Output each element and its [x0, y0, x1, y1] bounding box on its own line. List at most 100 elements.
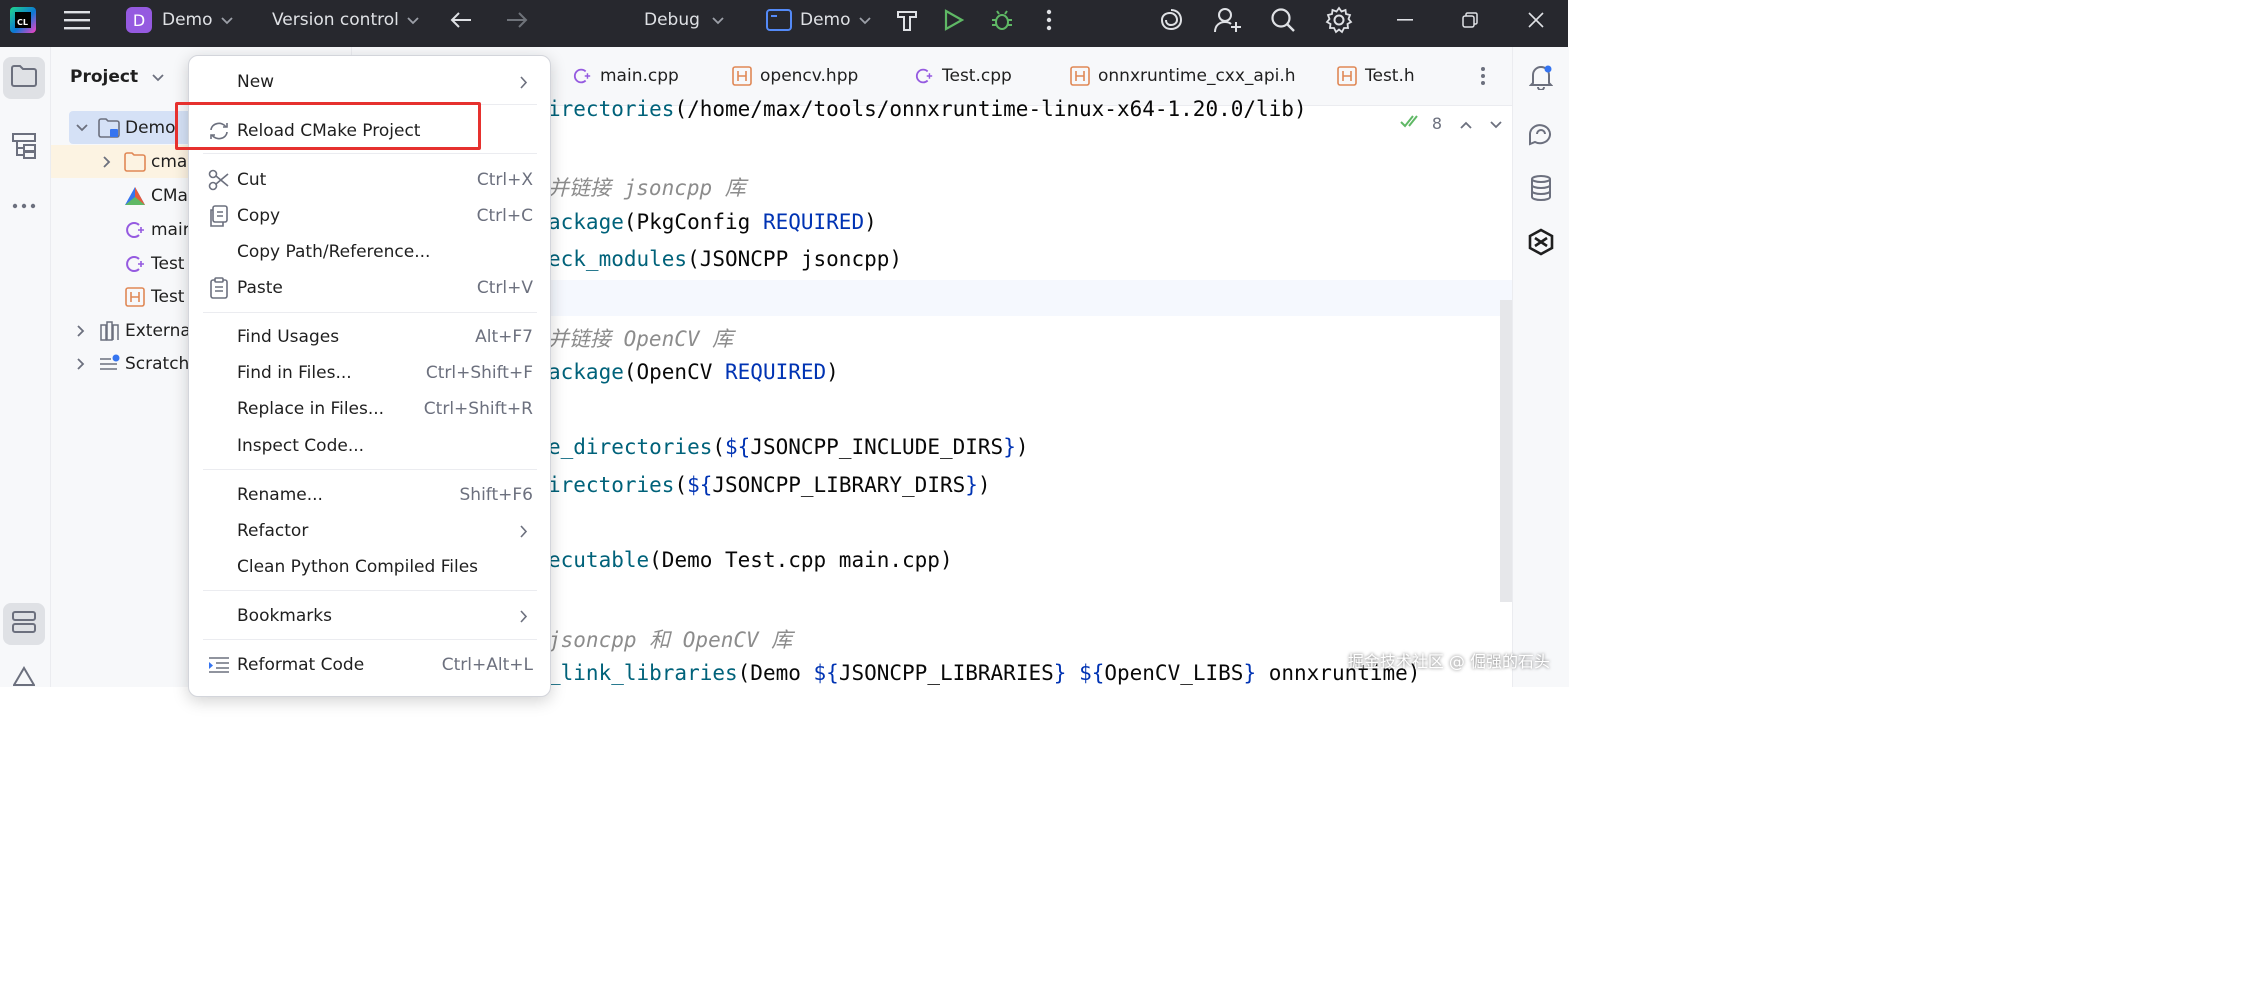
menu-item-reformat-code[interactable]: Reformat Code Ctrl+Alt+L — [189, 648, 550, 682]
project-name: Demo — [162, 10, 213, 30]
project-tool-button[interactable] — [3, 57, 45, 99]
editor-scrollbar[interactable] — [1500, 300, 1512, 602]
notifications-bell-icon[interactable] — [1526, 62, 1556, 92]
problems-tool-button[interactable] — [3, 657, 45, 699]
project-badge[interactable]: D — [126, 7, 152, 33]
menu-item-label: Find Usages — [237, 327, 340, 347]
tab-test-h[interactable]: Test.h — [1337, 47, 1415, 105]
code-token: REQUIRED — [725, 360, 827, 384]
chevron-right-icon[interactable] — [74, 357, 88, 370]
code-token: (Demo — [737, 661, 814, 685]
code-line[interactable]: irectories(/home/max/tools/onnxruntime-l… — [548, 97, 1307, 121]
run-play-icon[interactable] — [944, 0, 964, 40]
code-token: irectories — [548, 473, 675, 497]
restore-window-icon[interactable] — [1462, 0, 1478, 40]
menu-item-label: Find in Files... — [237, 363, 352, 383]
structure-tool-button[interactable] — [3, 127, 45, 169]
plugin-logo-icon[interactable] — [1526, 227, 1556, 257]
clion-logo-icon[interactable]: CL — [10, 7, 36, 33]
add-user-icon[interactable] — [1214, 0, 1242, 40]
version-control-menu[interactable]: Version control — [272, 0, 419, 40]
menu-item-copy[interactable]: Copy Ctrl+C — [189, 199, 550, 233]
code-token: } — [965, 473, 978, 497]
minimize-window-icon[interactable] — [1397, 0, 1413, 40]
menu-item-bookmarks[interactable]: Bookmarks — [189, 599, 550, 633]
structure-icon — [12, 133, 36, 163]
code-token: ackage — [548, 360, 624, 384]
code-line[interactable]: irectories(${JSONCPP_LIBRARY_DIRS}) — [548, 473, 991, 497]
menu-item-inspect-code[interactable]: Inspect Code... — [189, 429, 550, 463]
run-target-selector[interactable]: Demo — [766, 0, 871, 40]
search-icon[interactable] — [1270, 0, 1296, 40]
inspection-widget[interactable]: 8 — [1400, 113, 1502, 133]
code-token: jsoncpp 和 OpenCV 库 — [548, 628, 793, 652]
tree-row-label: Test — [151, 253, 185, 274]
chevron-down-icon[interactable] — [75, 123, 89, 132]
code-line[interactable]: eck_modules(JSONCPP jsoncpp) — [548, 247, 902, 271]
code-line[interactable]: 并链接 jsoncpp 库 — [548, 172, 746, 202]
chevron-down-icon[interactable] — [1490, 114, 1502, 133]
menu-item-new[interactable]: New — [189, 65, 550, 99]
chevron-up-icon[interactable] — [1460, 114, 1472, 133]
menu-item-paste[interactable]: Paste Ctrl+V — [189, 271, 550, 305]
services-tool-button[interactable] — [3, 603, 45, 645]
code-line[interactable]: ackage(PkgConfig REQUIRED) — [548, 210, 877, 234]
settings-gear-icon[interactable] — [1325, 0, 1353, 40]
menu-item-rename[interactable]: Rename... Shift+F6 — [189, 478, 550, 512]
ai-assistant-icon[interactable] — [1158, 0, 1184, 40]
project-switcher[interactable]: Demo — [162, 0, 233, 40]
menu-item-label: Refactor — [237, 521, 309, 541]
run-target-label: Demo — [800, 10, 851, 30]
menu-item-shortcut: Ctrl+Alt+L — [441, 655, 533, 675]
header-file-icon — [1337, 66, 1357, 86]
code-line[interactable]: ecutable(Demo Test.cpp main.cpp) — [548, 548, 953, 572]
ai-chat-icon[interactable] — [1526, 119, 1556, 149]
code-token: } — [1003, 435, 1016, 459]
main-menu-icon[interactable] — [64, 0, 90, 40]
code-line[interactable]: ackage(OpenCV REQUIRED) — [548, 360, 839, 384]
copy-icon — [207, 204, 231, 228]
code-line[interactable]: 并链接 OpenCV 库 — [548, 323, 733, 353]
menu-separator — [203, 590, 537, 591]
vcs-label: Version control — [272, 10, 399, 30]
tree-row-label: cmal — [151, 151, 193, 172]
scissors-icon — [207, 168, 231, 192]
project-panel-title[interactable]: Project — [70, 67, 164, 87]
code-line[interactable]: e_directories(${JSONCPP_INCLUDE_DIRS}) — [548, 435, 1029, 459]
menu-item-label: Copy Path/Reference... — [237, 242, 431, 262]
menu-item-refactor[interactable]: Refactor — [189, 514, 550, 548]
build-hammer-icon[interactable] — [896, 0, 918, 40]
more-tools-button[interactable] — [3, 182, 45, 224]
code-token: irectories — [548, 97, 675, 121]
debug-bug-icon[interactable] — [990, 0, 1014, 40]
code-line[interactable]: jsoncpp 和 OpenCV 库 — [548, 624, 792, 654]
menu-item-replace-in-files[interactable]: Replace in Files... Ctrl+Shift+R — [189, 392, 550, 426]
code-token: ) — [977, 473, 991, 497]
logo-text: CL — [15, 12, 31, 28]
code-token: ${ — [687, 473, 713, 497]
menu-item-clean-python-compiled-files[interactable]: Clean Python Compiled Files — [189, 550, 550, 584]
more-vertical-icon[interactable] — [1046, 0, 1052, 40]
tabs-more-icon[interactable] — [1480, 47, 1486, 105]
chevron-right-icon[interactable] — [100, 155, 114, 168]
menu-item-cut[interactable]: Cut Ctrl+X — [189, 163, 550, 197]
code-token: ackage — [548, 210, 624, 234]
library-icon — [99, 320, 121, 342]
forward-arrow-icon[interactable] — [506, 0, 528, 40]
database-icon[interactable] — [1526, 173, 1556, 203]
menu-separator — [203, 469, 537, 470]
code-token: eck_modules — [548, 247, 688, 271]
code-line[interactable]: _link_libraries(Demo ${JSONCPP_LIBRARIES… — [548, 661, 1420, 685]
build-config-selector[interactable]: Debug — [644, 0, 724, 40]
menu-item-copy-path-reference[interactable]: Copy Path/Reference... — [189, 235, 550, 269]
menu-item-find-in-files[interactable]: Find in Files... Ctrl+Shift+F — [189, 356, 550, 390]
back-arrow-icon[interactable] — [450, 0, 472, 40]
tab-label: opencv.hpp — [760, 66, 859, 86]
reformat-icon — [207, 653, 231, 677]
close-window-icon[interactable] — [1528, 0, 1544, 40]
run-config-icon — [766, 9, 792, 31]
menu-item-find-usages[interactable]: Find Usages Alt+F7 — [189, 320, 550, 354]
code-token: REQUIRED — [762, 210, 865, 234]
chevron-right-icon[interactable] — [74, 324, 88, 337]
